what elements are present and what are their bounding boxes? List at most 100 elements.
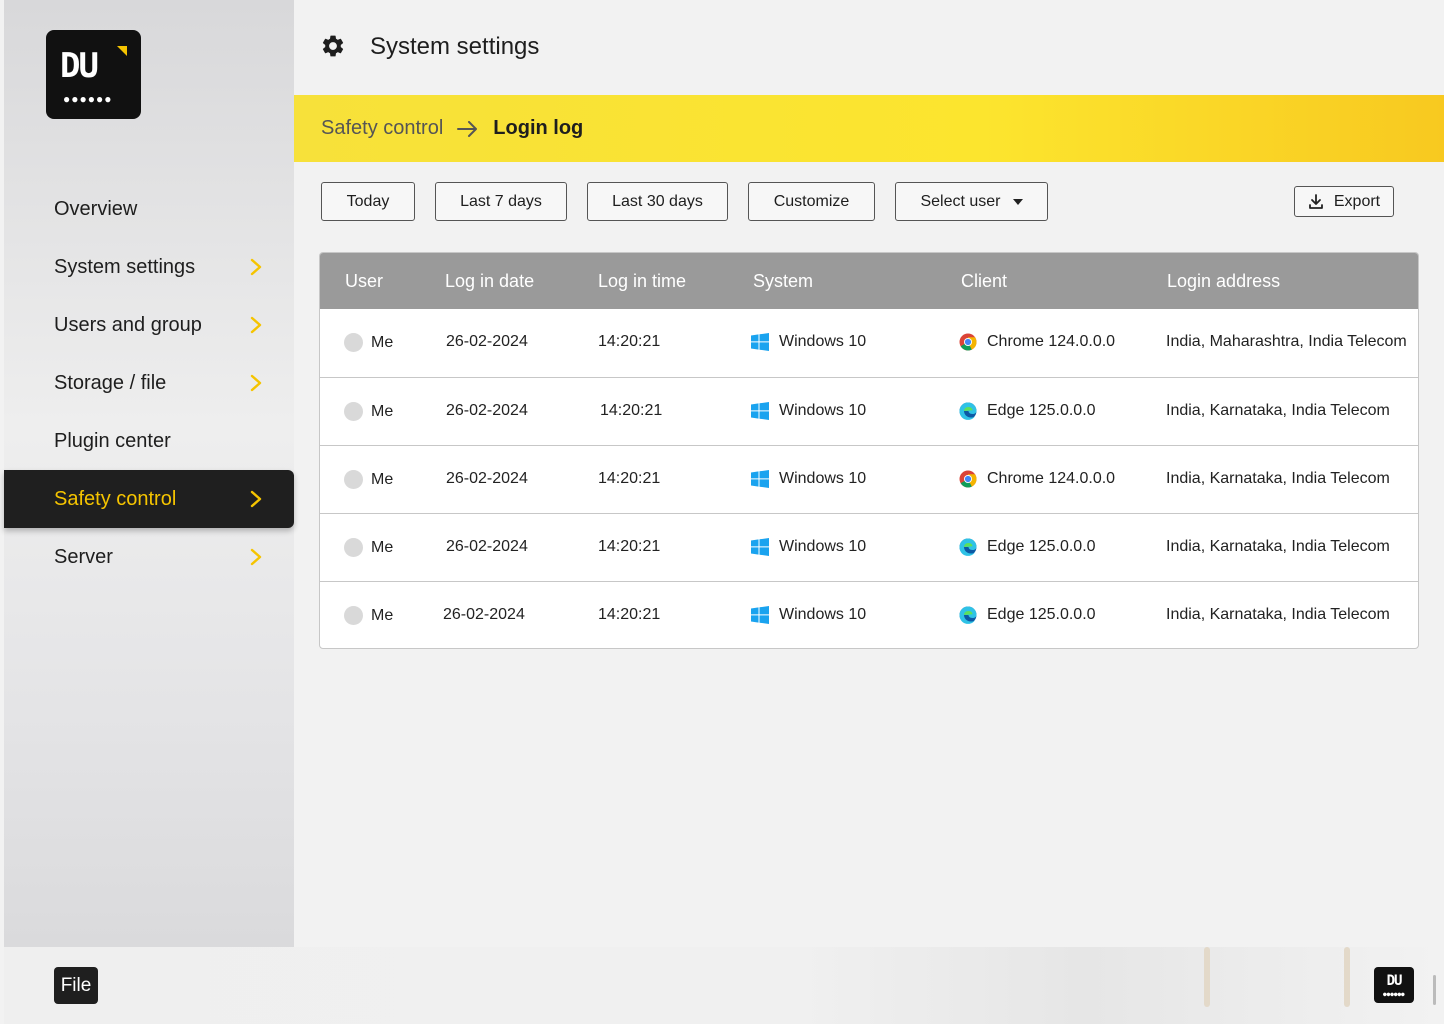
system-cell: Windows 10 — [751, 333, 866, 351]
user-cell: Me — [344, 470, 393, 489]
user-cell: Me — [344, 606, 393, 625]
logo-corner-mark — [117, 46, 127, 56]
column-header-user: User — [345, 271, 384, 291]
background-decoration — [1344, 947, 1350, 1007]
export-button[interactable]: Export — [1294, 186, 1394, 217]
client-cell: Edge 125.0.0.0 — [959, 538, 1096, 556]
page-title: System settings — [370, 33, 540, 60]
system-name: Windows 10 — [779, 538, 867, 555]
system-name: Windows 10 — [779, 606, 867, 623]
edge-icon — [959, 402, 977, 420]
table-row[interactable]: Me 26-02-2024 14:20:21 Windows 10 Edge 1… — [320, 377, 1418, 445]
date-cell: 26-02-2024 — [443, 606, 525, 623]
column-header-client: Client — [961, 271, 1008, 291]
table-row[interactable]: Me 26-02-2024 14:20:21 Windows 10 Chrome… — [320, 445, 1418, 513]
chevron-right-icon — [250, 258, 262, 276]
chevron-right-icon — [250, 316, 262, 334]
sidebar-item-storage-file[interactable]: Storage / file — [4, 354, 294, 412]
client-name: Edge 125.0.0.0 — [987, 538, 1096, 555]
column-header-date: Log in date — [445, 271, 535, 291]
user-cell: Me — [344, 333, 393, 352]
time-cell: 14:20:21 — [598, 538, 661, 555]
user-name: Me — [371, 402, 394, 420]
client-cell: Edge 125.0.0.0 — [959, 402, 1096, 420]
sidebar-item-server[interactable]: Server — [4, 528, 294, 586]
client-name: Chrome 124.0.0.0 — [987, 470, 1116, 487]
select-user-dropdown[interactable]: Select user — [895, 182, 1048, 221]
address-cell: India, Maharashtra, India Telecom — [1166, 333, 1407, 350]
user-name: Me — [371, 333, 394, 351]
address-cell: India, Karnataka, India Telecom — [1166, 538, 1390, 555]
windows-icon — [751, 470, 769, 488]
date-cell: 26-02-2024 — [446, 402, 528, 419]
page-header: System settings — [294, 0, 1444, 95]
logo-text-small: DU — [1386, 973, 1403, 989]
windows-icon — [751, 333, 769, 351]
address-cell: India, Karnataka, India Telecom — [1166, 606, 1390, 623]
caret-down-icon — [1012, 198, 1023, 205]
app-logo: DU ●●●●●● — [46, 30, 141, 119]
sidebar-item-users-and-group[interactable]: Users and group — [4, 296, 294, 354]
system-cell: Windows 10 — [751, 538, 866, 556]
time-cell: 14:20:21 — [598, 333, 661, 350]
background-decoration — [1204, 947, 1210, 1007]
sidebar-item-label: Server — [54, 545, 113, 568]
date-cell: 26-02-2024 — [446, 333, 528, 350]
taskbar: File DU ●●●●●● — [4, 947, 1444, 1024]
table-header: User Log in date Log in time System Clie… — [320, 253, 1418, 309]
system-cell: Windows 10 — [751, 470, 866, 488]
sidebar-item-label: Storage / file — [54, 371, 167, 394]
breadcrumb: Safety control Login log — [294, 95, 1444, 162]
sidebar-item-plugin-center[interactable]: Plugin center — [4, 412, 294, 470]
time-cell: 14:20:21 — [598, 606, 661, 623]
logo-dots: ●●●●●● — [63, 92, 113, 106]
breadcrumb-parent-link[interactable]: Safety control — [321, 117, 443, 140]
chevron-right-icon — [250, 548, 262, 566]
logo-dots-small: ●●●●●● — [1383, 991, 1405, 998]
windows-icon — [751, 538, 769, 556]
download-icon — [1308, 193, 1323, 209]
user-name: Me — [371, 606, 394, 624]
today-button[interactable]: Today — [321, 182, 415, 221]
client-name: Edge 125.0.0.0 — [987, 606, 1096, 623]
time-cell: 14:20:21 — [598, 470, 661, 487]
customize-button[interactable]: Customize — [748, 182, 875, 221]
address-cell: India, Karnataka, India Telecom — [1166, 470, 1390, 487]
table-row[interactable]: Me 26-02-2024 14:20:21 Windows 10 Edge 1… — [320, 513, 1418, 581]
arrow-right-icon — [457, 120, 478, 137]
time-cell: 14:20:21 — [600, 402, 663, 419]
user-name: Me — [371, 538, 394, 556]
chevron-right-icon — [250, 374, 262, 392]
system-name: Windows 10 — [779, 333, 867, 350]
windows-icon — [751, 402, 769, 420]
export-label: Export — [1333, 192, 1381, 210]
login-log-table: User Log in date Log in time System Clie… — [319, 252, 1419, 649]
app-logo-small[interactable]: DU ●●●●●● — [1374, 967, 1414, 1003]
address-cell: India, Karnataka, India Telecom — [1166, 402, 1390, 419]
file-button[interactable]: File — [54, 967, 98, 1004]
user-name: Me — [371, 470, 394, 488]
select-user-label: Select user — [920, 192, 1001, 210]
scrollbar-thumb[interactable] — [1433, 975, 1436, 1005]
chevron-right-icon — [250, 490, 262, 508]
client-name: Chrome 124.0.0.0 — [987, 333, 1116, 350]
sidebar-item-label: Users and group — [54, 313, 202, 336]
avatar — [344, 333, 363, 352]
last-30-days-button[interactable]: Last 30 days — [587, 182, 728, 221]
column-header-time: Log in time — [598, 271, 687, 291]
sidebar-item-overview[interactable]: Overview — [4, 180, 294, 238]
user-cell: Me — [344, 402, 393, 421]
windows-icon — [751, 606, 769, 624]
sidebar-item-system-settings[interactable]: System settings — [4, 238, 294, 296]
chrome-icon — [959, 470, 977, 488]
column-header-address: Login address — [1167, 271, 1281, 291]
chrome-icon — [959, 333, 977, 351]
avatar — [344, 538, 363, 557]
last-7-days-button[interactable]: Last 7 days — [435, 182, 567, 221]
table-row[interactable]: Me 26-02-2024 14:20:21 Windows 10 Chrome… — [320, 309, 1418, 377]
sidebar-item-label: System settings — [54, 255, 196, 278]
client-cell: Chrome 124.0.0.0 — [959, 470, 1115, 488]
system-name: Windows 10 — [779, 470, 867, 487]
table-row[interactable]: Me 26-02-2024 14:20:21 Windows 10 Edge 1… — [320, 581, 1418, 648]
sidebar-item-safety-control[interactable]: Safety control — [4, 470, 294, 528]
